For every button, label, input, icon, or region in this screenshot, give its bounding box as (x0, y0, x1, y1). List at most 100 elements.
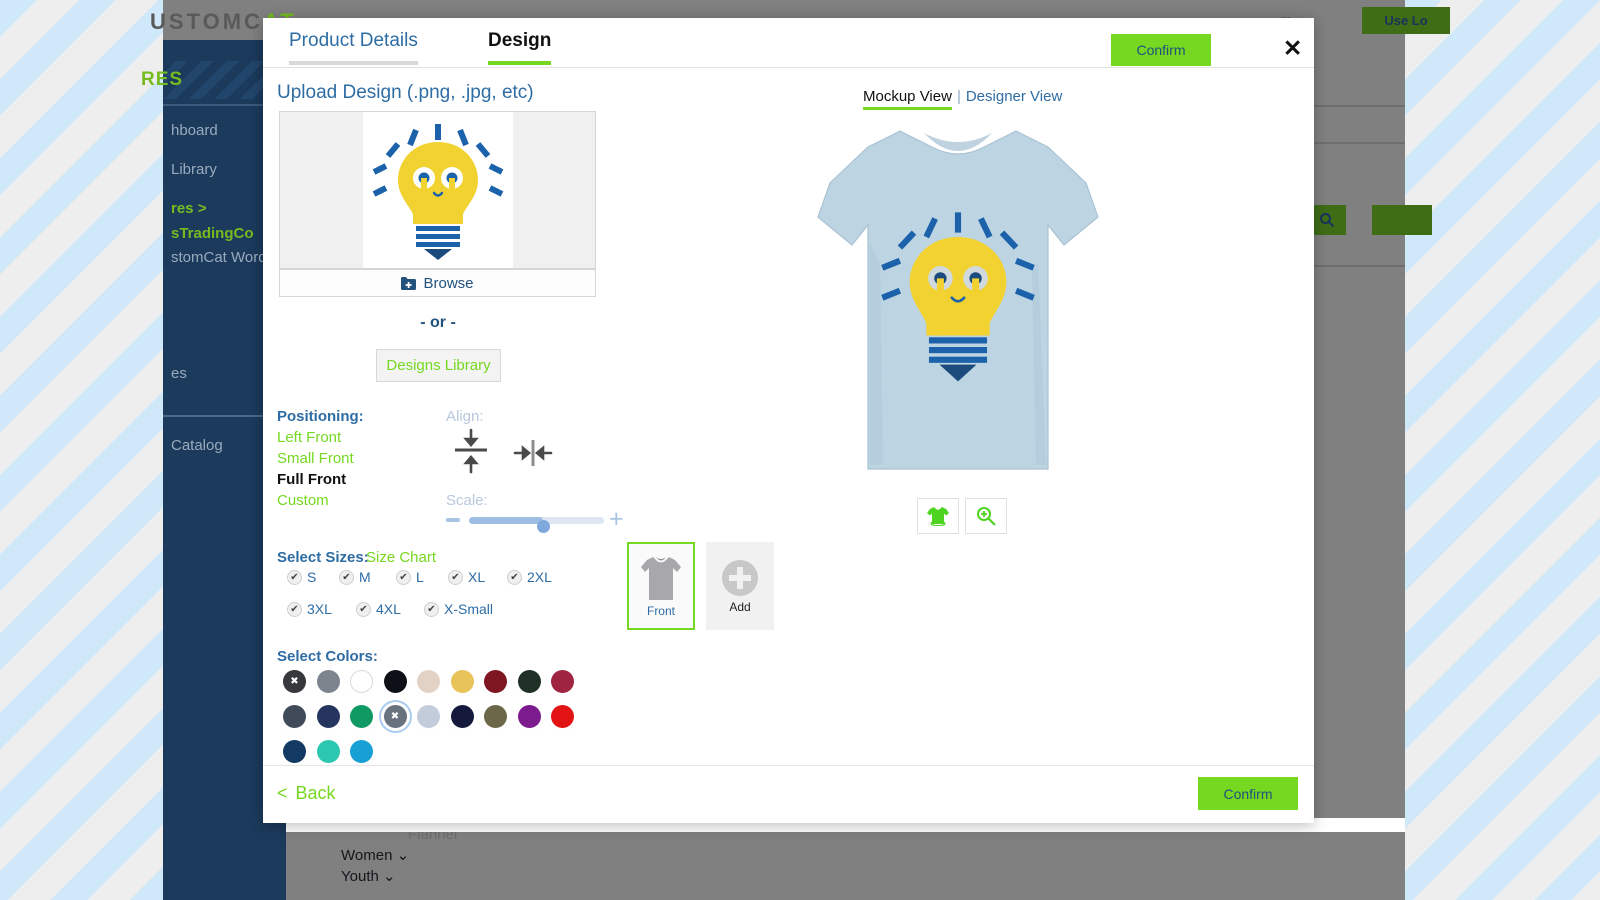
checkbox-icon: ✔ (507, 570, 522, 585)
tshirt-front-icon (640, 554, 682, 602)
color-swatch-military-green[interactable] (484, 705, 507, 728)
use-label-button[interactable]: Use Lo (1362, 7, 1450, 34)
positioning-option-small-front[interactable]: Small Front (277, 450, 354, 467)
back-label: Back (296, 783, 336, 803)
color-swatch-kelly-green[interactable] (350, 705, 373, 728)
browse-button[interactable]: Browse (279, 269, 596, 297)
tshirt-icon (927, 506, 949, 526)
align-vertical-center-icon[interactable] (453, 428, 489, 479)
scale-slider-handle[interactable] (537, 520, 550, 533)
color-swatch-gold[interactable] (451, 670, 474, 693)
size-label: X-Small (444, 601, 493, 617)
size-chart-link[interactable]: Size Chart (366, 549, 436, 566)
size-checkbox-m[interactable]: ✔ M (339, 569, 371, 585)
color-swatch-purple[interactable] (518, 705, 541, 728)
thumbnail-add[interactable]: Add (706, 542, 774, 630)
plus-circle-icon (720, 558, 760, 598)
checkbox-icon: ✔ (287, 570, 302, 585)
color-swatch-maroon[interactable] (484, 670, 507, 693)
modal-tab-bar: Product Details Design Confirm ✕ (263, 18, 1314, 68)
tab-product-details[interactable]: Product Details (289, 30, 418, 65)
color-swatch-charcoal[interactable] (283, 705, 306, 728)
checkbox-icon: ✔ (356, 602, 371, 617)
size-checkbox-4xl[interactable]: ✔ 4XL (356, 601, 401, 617)
app-logo-text: USTOMC (150, 9, 263, 34)
color-swatch-black[interactable] (384, 670, 407, 693)
color-swatch-silver[interactable] (417, 705, 440, 728)
lightbulb-design-icon (372, 120, 504, 260)
scale-decrease-button[interactable] (446, 518, 460, 522)
positioning-option-full-front[interactable]: Full Front (277, 471, 346, 488)
category-youth[interactable]: Youth ⌄ (341, 867, 396, 885)
color-swatch-forest-green[interactable] (518, 670, 541, 693)
color-swatch-dark-heather[interactable] (283, 670, 306, 693)
close-icon[interactable]: ✕ (1283, 37, 1302, 60)
color-swatch-light-blue[interactable] (384, 705, 407, 728)
confirm-button-top[interactable]: Confirm (1111, 34, 1211, 66)
color-swatch-process-blue[interactable] (350, 740, 373, 763)
mockup-preview (808, 113, 1148, 493)
checkbox-icon: ✔ (424, 602, 439, 617)
view-separator: | (957, 88, 961, 105)
uploaded-design-preview (363, 112, 513, 268)
size-checkbox-3xl[interactable]: ✔ 3XL (287, 601, 332, 617)
color-swatch-white[interactable] (350, 670, 373, 693)
positioning-option-custom[interactable]: Custom (277, 492, 329, 509)
thumbnail-front[interactable]: Front (627, 542, 695, 630)
positioning-option-left-front[interactable]: Left Front (277, 429, 341, 446)
color-swatch-cardinal[interactable] (551, 670, 574, 693)
chevron-down-icon: ⌄ (397, 847, 410, 864)
confirm-button-bottom[interactable]: Confirm (1198, 777, 1298, 810)
scale-label: Scale: (446, 492, 488, 509)
align-horizontal-center-icon[interactable] (513, 438, 553, 473)
chevron-down-icon: ⌄ (383, 868, 396, 885)
scale-control: + (446, 510, 606, 535)
category-women[interactable]: Women ⌄ (341, 846, 409, 864)
category-women-label: Women (341, 847, 392, 864)
size-checkbox-xl[interactable]: ✔ XL (448, 569, 485, 585)
scale-slider-fill (469, 517, 543, 524)
designer-view-tab[interactable]: Designer View (966, 88, 1062, 105)
size-checkbox-x-small[interactable]: ✔ X-Small (424, 601, 493, 617)
tshirt-mockup-image (808, 113, 1108, 493)
scale-increase-button[interactable]: + (609, 510, 624, 528)
back-button[interactable]: < Back (277, 783, 336, 804)
size-checkbox-s[interactable]: ✔ S (287, 569, 316, 585)
size-label: M (359, 569, 371, 585)
scale-slider[interactable] (469, 517, 604, 524)
color-swatch-navy[interactable] (283, 740, 306, 763)
checkbox-icon: ✔ (396, 570, 411, 585)
select-sizes-label: Select Sizes: (277, 549, 369, 566)
size-label: S (307, 569, 316, 585)
color-swatch-turquoise[interactable] (317, 740, 340, 763)
mockup-view-tab[interactable]: Mockup View (863, 88, 952, 110)
chevron-left-icon: < (277, 783, 288, 803)
color-swatch-heather-grey[interactable] (317, 670, 340, 693)
background-stripes-right (1405, 0, 1600, 900)
secondary-action-button[interactable] (1372, 205, 1432, 235)
color-swatch-natural[interactable] (417, 670, 440, 693)
magnifier-plus-icon (976, 506, 996, 526)
size-label: 2XL (527, 569, 552, 585)
checkbox-icon: ✔ (448, 570, 463, 585)
color-swatch-midnight-navy[interactable] (451, 705, 474, 728)
color-swatch-red[interactable] (551, 705, 574, 728)
zoom-in-button[interactable] (965, 498, 1007, 534)
upload-design-title: Upload Design (.png, .jpg, etc) (277, 82, 534, 104)
checkbox-icon: ✔ (287, 602, 302, 617)
tab-design[interactable]: Design (488, 30, 551, 65)
size-label: 3XL (307, 601, 332, 617)
thumbnail-label: Add (729, 600, 750, 614)
positioning-label: Positioning: (277, 408, 364, 425)
color-swatch-indigo[interactable] (317, 705, 340, 728)
designs-library-button[interactable]: Designs Library (376, 349, 501, 382)
thumbnail-label: Front (647, 604, 675, 618)
search-icon (1319, 212, 1335, 228)
or-separator: - or - (263, 314, 613, 332)
tshirt-view-button[interactable] (917, 498, 959, 534)
size-checkbox-l[interactable]: ✔ L (396, 569, 424, 585)
size-checkbox-2xl[interactable]: ✔ 2XL (507, 569, 552, 585)
sidebar-header-label: RES (141, 69, 183, 91)
size-label: XL (468, 569, 485, 585)
upload-preview-box[interactable] (279, 111, 596, 269)
